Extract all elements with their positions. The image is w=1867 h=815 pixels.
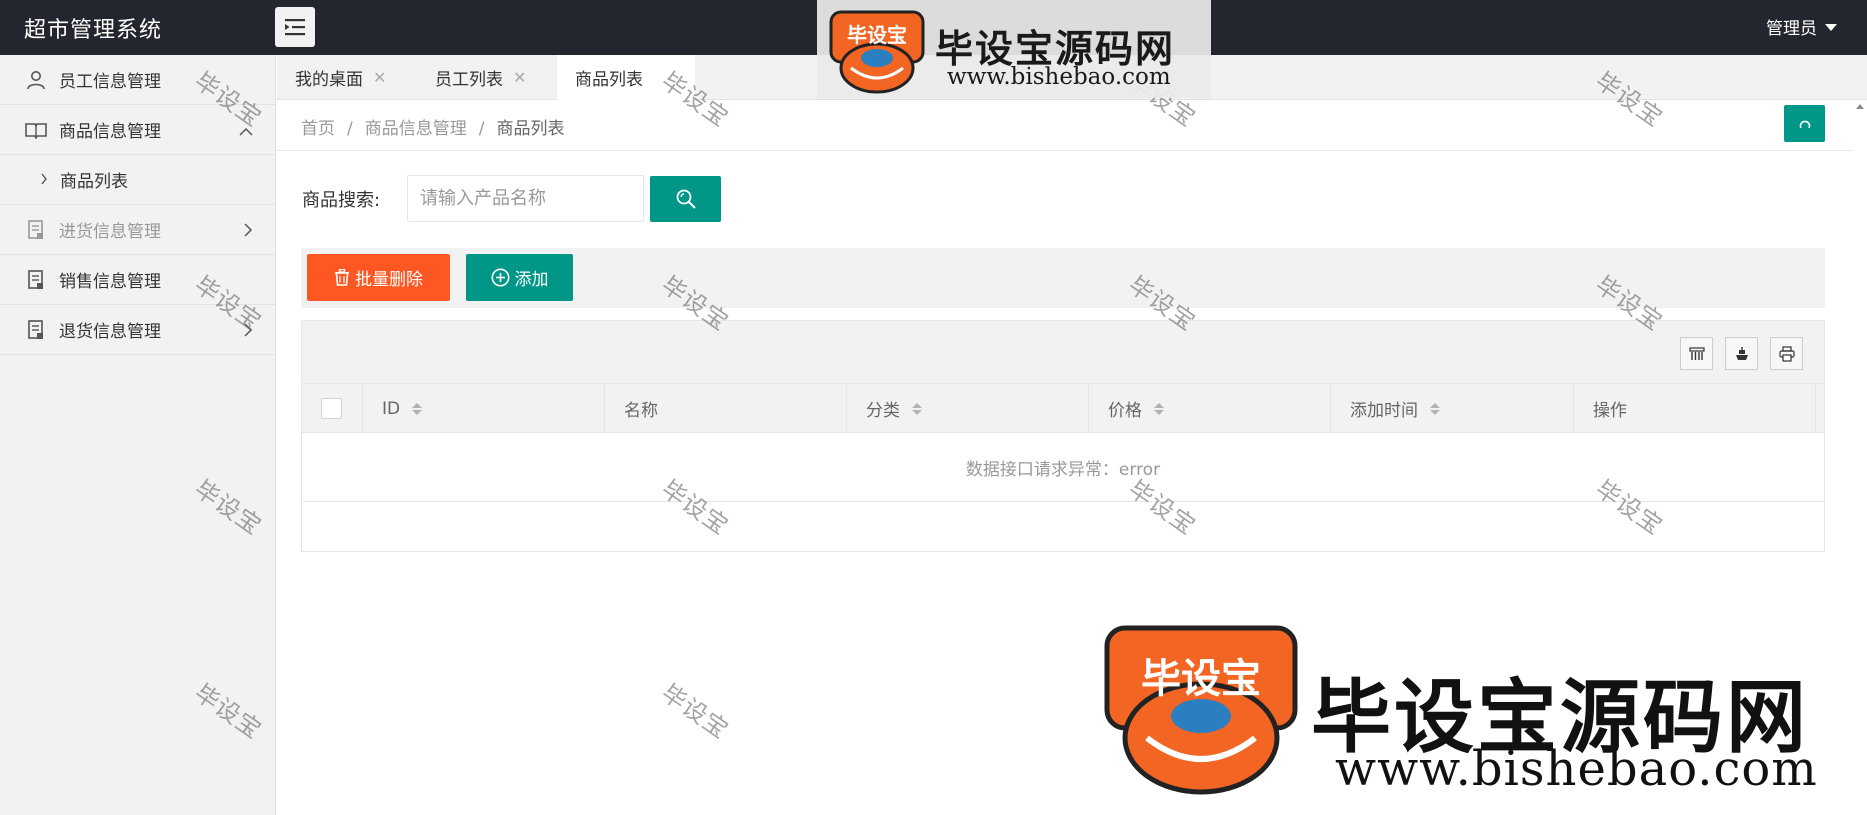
column-label: 名称 — [624, 401, 658, 421]
sort-icon[interactable] — [1430, 402, 1440, 415]
column-header-price[interactable]: 价格 — [1089, 384, 1331, 433]
receipt-icon — [25, 269, 47, 291]
export-icon[interactable] — [1725, 337, 1758, 370]
close-icon[interactable]: ✕ — [513, 68, 526, 87]
sort-icon[interactable] — [912, 402, 922, 415]
sidebar-subitem-product-list[interactable]: 商品列表 — [0, 155, 275, 205]
watermark-logo-top: 毕设宝 毕设宝源码网 www.bishebao.com — [817, 0, 1211, 98]
tab-label: 我的桌面 — [295, 70, 363, 90]
sidebar-item-purchase[interactable]: 进货信息管理 — [0, 205, 275, 255]
trash-icon — [335, 269, 349, 286]
user-name: 管理员 — [1766, 19, 1817, 39]
chevron-right-icon — [243, 322, 253, 342]
tab-label: 员工列表 — [435, 70, 503, 90]
search-input[interactable] — [407, 175, 644, 222]
sidebar-subitem-label: 商品列表 — [60, 172, 128, 192]
refresh-icon — [1799, 120, 1810, 128]
sidebar: 员工信息管理 商品信息管理 商品列表 进货信息管理 销售信息管理 退货信息管理 — [0, 55, 276, 815]
sidebar-item-sales[interactable]: 销售信息管理 — [0, 255, 275, 305]
chevron-right-icon — [40, 170, 48, 190]
menu-toggle-button[interactable] — [275, 7, 315, 47]
tab-product-list[interactable]: 商品列表 — [557, 55, 695, 100]
user-icon — [25, 69, 47, 91]
watermark-text: 毕设宝 — [656, 678, 734, 745]
column-label: ID — [382, 398, 401, 419]
select-all-cell — [302, 384, 363, 433]
select-all-checkbox[interactable] — [321, 398, 342, 419]
sidebar-item-employee[interactable]: 员工信息管理 — [0, 55, 275, 105]
svg-text:毕设宝: 毕设宝 — [847, 23, 907, 47]
column-label: 价格 — [1108, 401, 1142, 421]
tab-desktop[interactable]: 我的桌面 ✕ — [295, 55, 386, 100]
chevron-right-icon — [243, 222, 253, 242]
column-label: 添加时间 — [1350, 401, 1418, 421]
breadcrumb-bar: 首页 / 商品信息管理 / 商品列表 — [277, 100, 1853, 151]
search-button[interactable] — [650, 176, 721, 222]
sort-icon[interactable] — [412, 402, 423, 415]
add-label: 添加 — [514, 270, 549, 290]
sidebar-item-label: 员工信息管理 — [59, 72, 161, 92]
breadcrumb-product-management[interactable]: 商品信息管理 — [365, 119, 467, 139]
app-title: 超市管理系统 — [24, 18, 163, 43]
breadcrumb-current: 商品列表 — [496, 119, 565, 139]
watermark-logo-large: 毕设宝 毕设宝源码网 www.bishebao.com — [1079, 608, 1867, 815]
refresh-button[interactable] — [1784, 105, 1825, 142]
breadcrumb-home[interactable]: 首页 — [301, 119, 335, 139]
breadcrumb: 首页 / 商品信息管理 / 商品列表 — [301, 114, 564, 139]
tab-employee-list[interactable]: 员工列表 ✕ — [435, 55, 526, 100]
sidebar-item-label: 商品信息管理 — [59, 122, 161, 142]
table-toolbar — [302, 321, 1824, 384]
column-header-id[interactable]: ID — [363, 384, 605, 433]
receipt-icon — [25, 219, 47, 241]
user-menu[interactable]: 管理员 — [1766, 14, 1837, 39]
action-toolbar: 批量删除 添加 — [301, 248, 1825, 308]
logo-icon: 毕设宝 — [829, 10, 925, 94]
logo-url-text: www.bishebao.com — [947, 64, 1171, 90]
sidebar-item-product[interactable]: 商品信息管理 — [0, 105, 275, 155]
product-table: ID 名称 分类 价格 添加时间 操作 数据接口请求异常：error — [301, 320, 1825, 552]
sidebar-item-label: 退货信息管理 — [59, 322, 161, 342]
print-icon[interactable] — [1770, 337, 1803, 370]
svg-text:毕设宝: 毕设宝 — [1141, 656, 1261, 702]
column-header-added-time[interactable]: 添加时间 — [1331, 384, 1574, 433]
receipt-icon — [25, 319, 47, 341]
menu-indent-icon — [285, 19, 305, 36]
column-header-name: 名称 — [605, 384, 847, 433]
sidebar-item-label: 进货信息管理 — [59, 222, 161, 242]
column-label: 操作 — [1593, 401, 1627, 421]
column-header-actions: 操作 — [1574, 384, 1816, 433]
column-header-category[interactable]: 分类 — [847, 384, 1089, 433]
column-label: 分类 — [866, 401, 900, 421]
book-icon — [25, 119, 47, 141]
sidebar-item-return[interactable]: 退货信息管理 — [0, 305, 275, 355]
batch-delete-button[interactable]: 批量删除 — [307, 254, 450, 301]
table-header: ID 名称 分类 价格 添加时间 操作 — [302, 384, 1824, 433]
batch-delete-label: 批量删除 — [355, 270, 423, 290]
chevron-up-icon — [239, 122, 253, 142]
logo-icon: 毕设宝 — [1104, 625, 1298, 795]
sidebar-item-label: 销售信息管理 — [59, 272, 161, 292]
tab-label: 商品列表 — [575, 70, 643, 90]
columns-filter-icon[interactable] — [1680, 337, 1713, 370]
search-icon — [676, 189, 696, 209]
scroll-up-icon[interactable] — [1856, 104, 1864, 109]
logo-url-text: www.bishebao.com — [1335, 741, 1818, 797]
close-icon[interactable]: ✕ — [373, 68, 386, 87]
breadcrumb-separator: / — [478, 119, 485, 139]
add-circle-icon — [491, 268, 509, 287]
breadcrumb-separator: / — [347, 119, 353, 139]
chevron-down-icon — [1825, 24, 1837, 31]
sort-icon[interactable] — [1154, 402, 1164, 415]
add-button[interactable]: 添加 — [466, 254, 573, 301]
table-empty-message: 数据接口请求异常：error — [302, 433, 1824, 502]
search-label: 商品搜索: — [302, 190, 381, 211]
